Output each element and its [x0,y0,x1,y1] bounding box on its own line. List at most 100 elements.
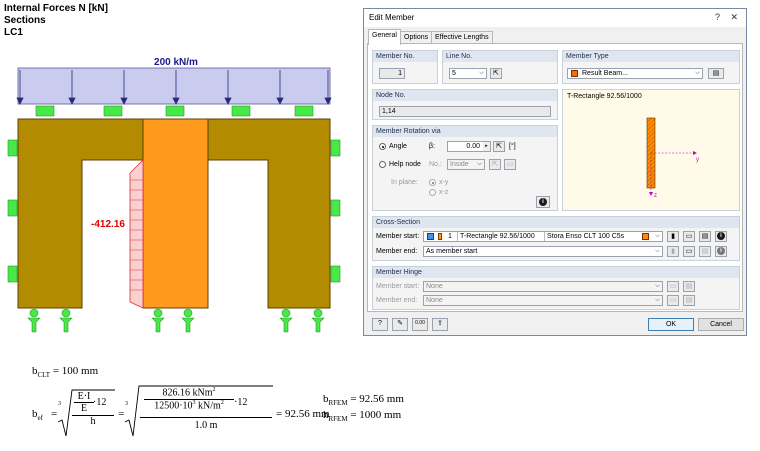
bottom-supports [27,308,325,333]
new-section-icon[interactable]: ▭ [683,231,695,242]
cs-end-value: As member start [426,248,478,255]
den-unit-exp: 2 [220,400,224,407]
section-info-icon[interactable]: i [715,246,727,257]
new-section-icon[interactable]: ▭ [683,246,695,257]
hinge-end-value: None [426,297,443,304]
chevron-down-icon: ⌵ [655,248,660,254]
chevron-down-icon: ⌵ [479,70,484,76]
chevron-down-icon: ⌵ [655,297,660,303]
section-info-icon[interactable]: i [715,231,727,242]
cs-end-select[interactable]: As member start ⌵ [423,246,663,257]
member-no-group: Member No. 1 [372,50,438,84]
edit-section-icon[interactable]: ▤ [699,231,711,242]
units-icon[interactable]: 0.00 [412,318,428,331]
node-no-label: Node No. [373,90,557,101]
cs-start-select[interactable]: 1 T-Rectangle 92.56/1000 Stora Enso CLT … [423,231,663,242]
dialog-title: Edit Member [369,13,415,22]
y-axis-label: y [696,157,699,163]
help-node-radio[interactable] [379,161,386,168]
spinner-icon[interactable]: ▸ [483,142,490,151]
result-title: Internal Forces N [kN] [4,3,108,14]
wall-right[interactable] [207,118,331,309]
fraction-ei: E·I [74,391,94,403]
numeric-denominator: 12500·103 kN/m2 [144,400,234,411]
edit-hinge-icon[interactable]: ▤ [683,281,695,292]
beta-value: 0.00 [466,143,480,150]
wall-left[interactable] [17,118,144,309]
member-rotation-label: Member Rotation via [373,126,557,137]
units-icon-value: 0.00 [415,320,425,326]
member-no-label: Member No. [373,51,437,62]
in-plane-label: In plane: [391,179,418,186]
fraction-h: h [72,415,114,427]
angle-radio[interactable] [379,143,386,150]
hinge-start-select[interactable]: None ⌵ [423,281,663,292]
general-panel: Member No. 1 Line No. 5 ⌵ ⇱ Member Type R… [367,43,743,312]
edit-hinge-icon[interactable]: ▤ [683,295,695,306]
beta-unit-label: [°] [509,143,516,150]
cross-section-preview: T-Rectangle 92.56/1000 y z [562,89,740,211]
b-clt-subscript: CLT [37,371,51,380]
member-rotation-group: Member Rotation via Angle β: 0.00 ▸ ⇱ [°… [372,125,558,211]
result-type-label: Sections [4,15,46,26]
info-icon[interactable]: i [536,196,550,208]
member-type-value: Result Beam... [582,70,628,77]
member-hinge-group: Member Hinge Member start: None ⌵ ▭ ▤ Mem… [372,266,740,310]
hinge-end-select[interactable]: None ⌵ [423,295,663,306]
member-type-label: Member Type [563,51,739,62]
b-ef-formula: bef = 3 E·I E ·12 h = 3 826.16 kNm2 1250… [32,384,332,444]
section-library-icon[interactable]: ▮ [667,246,679,257]
ok-button[interactable]: OK [648,318,694,331]
close-icon[interactable]: ✕ [730,12,738,22]
help-icon[interactable]: ? [715,12,720,22]
top-supports [35,105,314,117]
edit-member-type-icon[interactable]: ▤ [708,68,724,79]
new-hinge-icon[interactable]: ▭ [667,281,679,292]
structural-model[interactable]: 200 kN/m -412.16 [0,40,362,340]
node-no-group: Node No. 1,14 [372,89,558,120]
cancel-button[interactable]: Cancel [698,318,744,331]
plane-xz-radio[interactable] [429,189,436,196]
pick-node-icon[interactable]: ⇱ [489,159,501,170]
numeric-numerator: 826.16 kNm2 [144,387,234,401]
new-hinge-icon[interactable]: ▭ [667,295,679,306]
help-node-select[interactable]: Inside ⌵ [447,159,485,170]
equals-sign: = [51,408,58,420]
preview-title: T-Rectangle 92.56/1000 [567,93,642,100]
hinge-start-label: Member start: [376,283,420,290]
line-no-select[interactable]: 5 ⌵ [449,68,487,79]
beta-input[interactable]: 0.00 ▸ [447,141,491,152]
hinge-start-value: None [426,283,443,290]
edit-icon[interactable]: ✎ [392,318,408,331]
cs-start-no: 1 [448,233,452,240]
edit-section-icon[interactable]: ▤ [699,246,711,257]
material-color-icon [642,233,649,240]
fraction-e: E [80,403,88,414]
chevron-down-icon: ⌵ [695,70,700,76]
member-type-select[interactable]: Result Beam... ⌵ [567,68,703,79]
help-node-label: Help node [389,161,421,168]
h-rfem-value: = 1000 mm [350,409,402,421]
beta-label: β: [429,143,435,150]
dialog-titlebar[interactable]: Edit Member ? ✕ [364,9,746,27]
chevron-down-icon: ⌵ [655,233,660,239]
node-no-field[interactable]: 1,14 [379,106,551,117]
section-library-icon[interactable]: ▮ [667,231,679,242]
pick-angle-icon[interactable]: ⇱ [493,141,505,152]
export-icon[interactable]: ⇪ [432,318,448,331]
times-twelve-2: ·12 [234,397,248,408]
rectangle-section-icon [438,233,442,240]
cs-start-material: Stora Enso CLT 100 C5s [544,232,624,241]
section-color-icon [427,233,434,240]
help-button-icon[interactable]: ? [372,318,388,331]
new-node-icon[interactable]: ▭ [504,159,516,170]
den-value: 12500·10 [154,400,193,412]
column-member[interactable] [142,118,209,309]
member-no-field[interactable]: 1 [379,68,405,79]
num-value: 826.16 kNm [162,387,213,399]
plane-xy-radio[interactable] [429,179,436,186]
section-graphic: y z [646,117,699,198]
tab-general[interactable]: General [368,29,401,45]
b-rfem-value: = 92.56 mm [350,393,404,405]
pick-line-icon[interactable]: ⇱ [490,68,502,79]
